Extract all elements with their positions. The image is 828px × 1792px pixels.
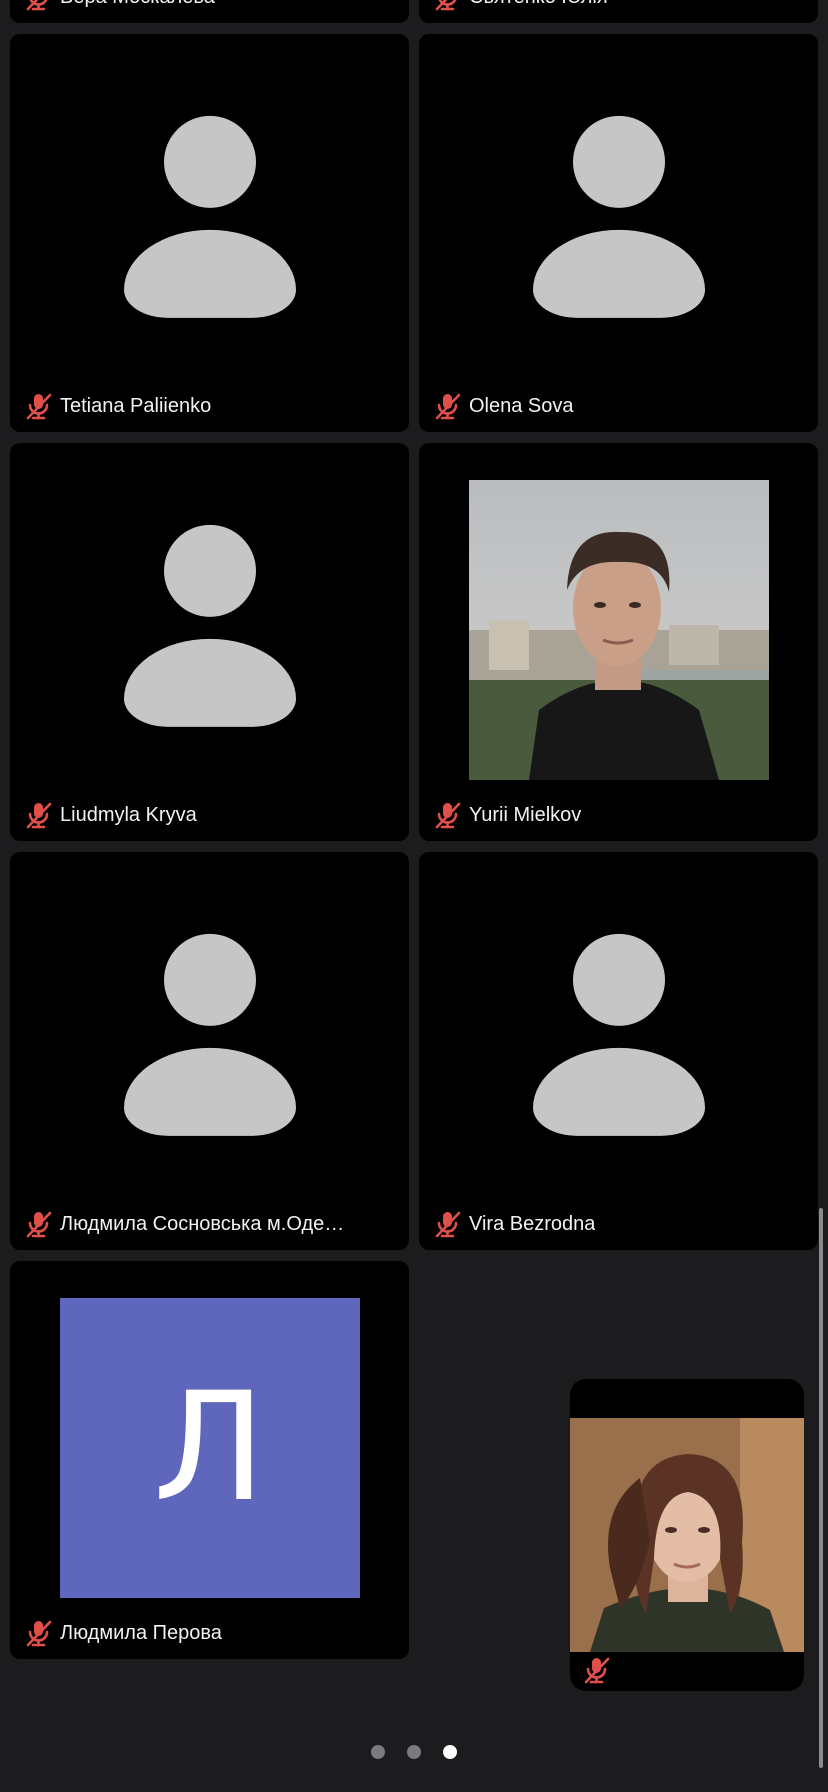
profile-photo — [468, 480, 769, 780]
page-dot-2[interactable] — [407, 1745, 421, 1759]
mic-off-icon — [24, 800, 54, 830]
participant-tile[interactable]: Л Людмила Перова — [10, 1261, 409, 1659]
participant-name: Людмила Перова — [60, 1621, 222, 1644]
participant-name: Vira Bezrodna — [469, 1212, 596, 1235]
participant-name-bar: Святенко Юлія — [433, 0, 608, 13]
mic-off-icon — [433, 1209, 463, 1239]
person-placeholder-icon — [123, 524, 296, 727]
participant-name: Tetiana Paliienko — [60, 394, 212, 417]
participant-tile[interactable]: Святенко Юлія — [419, 0, 818, 23]
participant-name-bar: Liudmyla Kryva — [24, 799, 197, 831]
participant-tile[interactable]: Olena Sova — [419, 34, 818, 432]
self-video — [570, 1418, 804, 1652]
participant-name-bar: Людмила Сосновська м.Оде… — [24, 1208, 344, 1240]
participant-name-bar: Vira Bezrodna — [433, 1208, 595, 1240]
page-dot-1[interactable] — [371, 1745, 385, 1759]
participant-name-bar: Tetiana Paliienko — [24, 390, 211, 422]
participant-name-bar: Yurii Mielkov — [433, 799, 581, 831]
mic-off-icon — [24, 391, 54, 421]
mic-off-icon — [433, 391, 463, 421]
participant-tile[interactable]: Людмила Сосновська м.Оде… — [10, 852, 409, 1250]
scrollbar[interactable] — [819, 1208, 823, 1768]
person-placeholder-icon — [532, 933, 705, 1136]
page-dot-3[interactable] — [443, 1745, 457, 1759]
participant-name: Людмила Сосновська м.Оде… — [60, 1212, 345, 1235]
self-view-tile[interactable] — [570, 1379, 804, 1691]
person-placeholder-icon — [123, 115, 296, 318]
participant-name: Olena Sova — [469, 394, 574, 417]
person-placeholder-icon — [532, 115, 705, 318]
participant-tile[interactable]: Yurii Mielkov — [419, 443, 818, 841]
letter-avatar: Л — [59, 1298, 360, 1598]
mic-off-icon — [582, 1655, 612, 1685]
participant-name: Вера Москалева — [60, 0, 215, 9]
participant-name-bar: Людмила Перова — [24, 1617, 222, 1649]
mic-off-icon — [24, 1209, 54, 1239]
mic-off-icon — [24, 0, 54, 12]
participant-name-bar: Вера Москалева — [24, 0, 215, 13]
gallery-view: Вера Москалева Святенко Юлія Tetiana Pal… — [0, 0, 828, 1792]
participant-name: Liudmyla Kryva — [60, 803, 197, 826]
page-indicator[interactable] — [0, 1745, 828, 1759]
participant-name: Yurii Mielkov — [469, 803, 582, 826]
participant-name-bar: Olena Sova — [433, 390, 574, 422]
participant-tile[interactable]: Vira Bezrodna — [419, 852, 818, 1250]
avatar-letter: Л — [153, 1361, 266, 1535]
participant-tile[interactable]: Liudmyla Kryva — [10, 443, 409, 841]
person-placeholder-icon — [123, 933, 296, 1136]
mic-off-icon — [24, 1618, 54, 1648]
participant-tile[interactable]: Tetiana Paliienko — [10, 34, 409, 432]
participant-name: Святенко Юлія — [469, 0, 608, 9]
mic-off-icon — [433, 0, 463, 12]
mic-off-icon — [433, 800, 463, 830]
participant-tile[interactable]: Вера Москалева — [10, 0, 409, 23]
